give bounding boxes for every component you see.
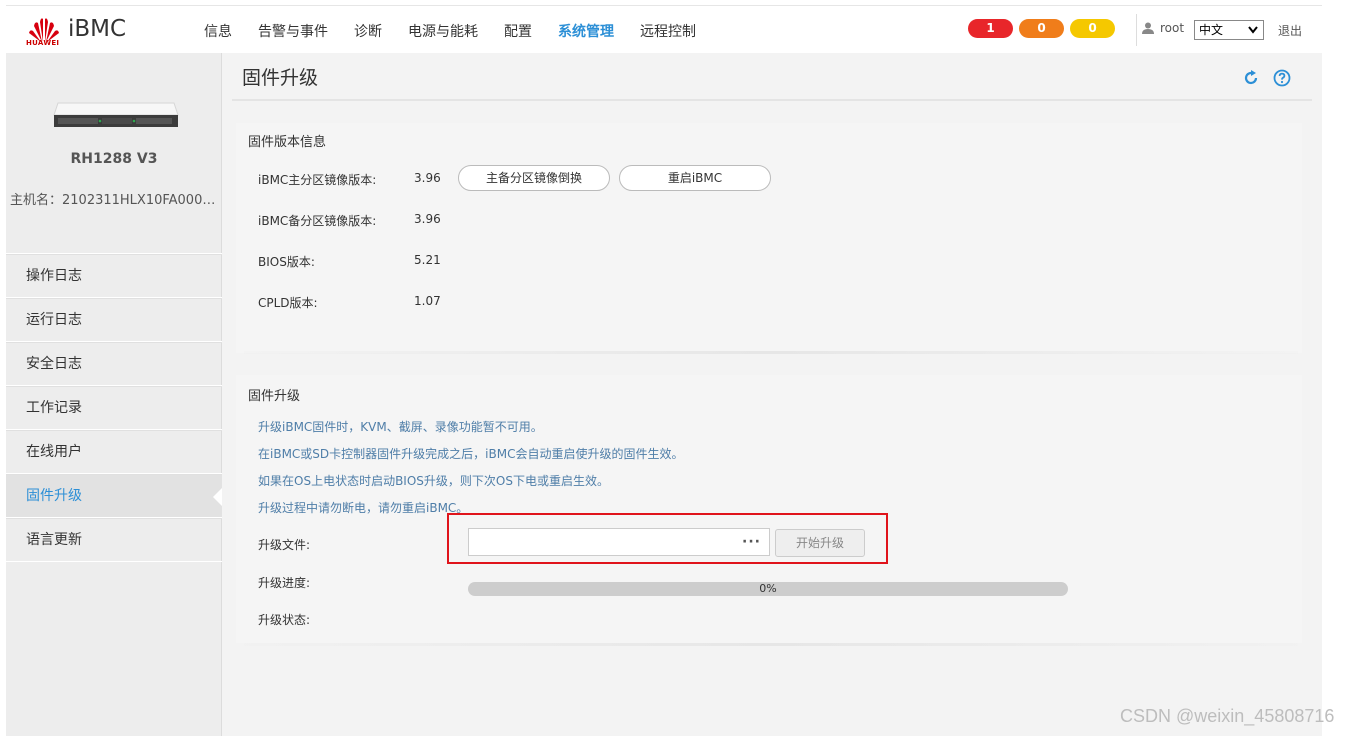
language-value: 中文 — [1199, 23, 1224, 37]
bios-version-label: BIOS版本: — [258, 255, 315, 269]
highlight-box — [447, 513, 888, 564]
firmware-version-card: 固件版本信息 iBMC主分区镜像版本: 3.96 主备分区镜像倒换 重启iBMC… — [236, 123, 1302, 353]
restart-ibmc-button[interactable]: 重启iBMC — [619, 165, 771, 191]
section-divider — [244, 643, 1298, 646]
nav-system-management[interactable]: 系统管理 — [558, 21, 614, 41]
upgrade-progress-text: 0% — [759, 582, 777, 595]
upgrade-progress-label: 升级进度: — [258, 576, 311, 590]
hostname: 主机名：2102311HLX10FA0003... — [10, 193, 220, 208]
upgrade-status-label: 升级状态: — [258, 613, 311, 627]
ibmc-backup-version-value: 3.96 — [414, 212, 441, 226]
refresh-icon[interactable] — [1242, 69, 1260, 87]
sidebar-item-online-users[interactable]: 在线用户 — [6, 430, 222, 474]
cpld-version-value: 1.07 — [414, 294, 441, 308]
watermark: CSDN @weixin_45808716 — [1120, 706, 1335, 726]
section-divider — [244, 351, 1298, 354]
upgrade-note: 在iBMC或SD卡控制器固件升级完成之后，iBMC会自动重启使升级的固件生效。 — [258, 447, 684, 461]
minor-alarm-badge[interactable]: 0 — [1070, 19, 1115, 38]
sidebar-item-work-record[interactable]: 工作记录 — [6, 386, 222, 430]
nav-alarms-events[interactable]: 告警与事件 — [258, 21, 328, 41]
main-content: 固件升级 固件版本信息 iBMC主分区镜像版本: 3.96 主备分区镜像倒换 重… — [222, 53, 1322, 736]
cpld-version-label: CPLD版本: — [258, 296, 318, 310]
upgrade-note: 升级过程中请勿断电，请勿重启iBMC。 — [258, 501, 469, 515]
user-icon — [1142, 22, 1154, 34]
ibmc-primary-version-value: 3.96 — [414, 171, 441, 185]
bios-version-value: 5.21 — [414, 253, 441, 267]
critical-alarm-badge[interactable]: 1 — [968, 19, 1013, 38]
nav-configuration[interactable]: 配置 — [504, 21, 532, 41]
ibmc-primary-version-label: iBMC主分区镜像版本: — [258, 173, 377, 187]
server-model: RH1288 V3 — [70, 151, 158, 167]
upgrade-file-label: 升级文件: — [258, 538, 311, 552]
header-divider — [1136, 14, 1137, 46]
nav-power-energy[interactable]: 电源与能耗 — [408, 21, 478, 41]
chevron-down-icon — [1248, 26, 1258, 34]
username: root — [1160, 21, 1185, 35]
upgrade-progress-bar: 0% — [468, 582, 1068, 596]
nav-info[interactable]: 信息 — [204, 21, 232, 41]
sidebar-menu: 操作日志 运行日志 安全日志 工作记录 在线用户 固件升级 语言更新 — [6, 253, 223, 562]
firmware-upgrade-card: 固件升级 升级iBMC固件时，KVM、截屏、录像功能暂不可用。 在iBMC或SD… — [236, 375, 1302, 643]
app-title: iBMC — [68, 16, 127, 42]
user-info: root — [1142, 21, 1184, 35]
nav-remote-control[interactable]: 远程控制 — [640, 21, 696, 41]
page-title: 固件升级 — [242, 67, 319, 89]
ibmc-backup-version-label: iBMC备分区镜像版本: — [258, 214, 377, 228]
help-icon[interactable] — [1273, 69, 1291, 87]
sidebar-item-security-log[interactable]: 安全日志 — [6, 342, 222, 386]
title-divider — [232, 99, 1312, 101]
alarm-badges: 1 0 0 — [968, 19, 1121, 38]
major-alarm-badge[interactable]: 0 — [1019, 19, 1064, 38]
language-select[interactable]: 中文 — [1194, 20, 1264, 40]
brand-text: HUAWEI — [26, 39, 60, 47]
page-margin — [1322, 0, 1367, 736]
firmware-version-title: 固件版本信息 — [248, 135, 327, 150]
swap-partition-button[interactable]: 主备分区镜像倒换 — [458, 165, 610, 191]
logout-link[interactable]: 退出 — [1278, 22, 1302, 39]
sidebar-item-run-log[interactable]: 运行日志 — [6, 298, 222, 342]
firmware-upgrade-title: 固件升级 — [248, 389, 301, 404]
nav-diagnostics[interactable]: 诊断 — [354, 21, 382, 41]
sidebar: RH1288 V3 主机名：2102311HLX10FA0003... 操作日志… — [6, 53, 223, 736]
main-nav: 信息 告警与事件 诊断 电源与能耗 配置 系统管理 远程控制 — [204, 21, 722, 41]
top-header: HUAWEI iBMC 信息 告警与事件 诊断 电源与能耗 配置 系统管理 远程… — [6, 5, 1322, 53]
sidebar-item-language-update[interactable]: 语言更新 — [6, 518, 222, 562]
upgrade-note: 如果在OS上电状态时启动BIOS升级，则下次OS下电或重启生效。 — [258, 474, 609, 488]
upgrade-note: 升级iBMC固件时，KVM、截屏、录像功能暂不可用。 — [258, 420, 543, 434]
sidebar-item-firmware-upgrade[interactable]: 固件升级 — [6, 474, 223, 518]
server-image — [53, 102, 179, 127]
sidebar-item-operation-log[interactable]: 操作日志 — [6, 254, 222, 298]
